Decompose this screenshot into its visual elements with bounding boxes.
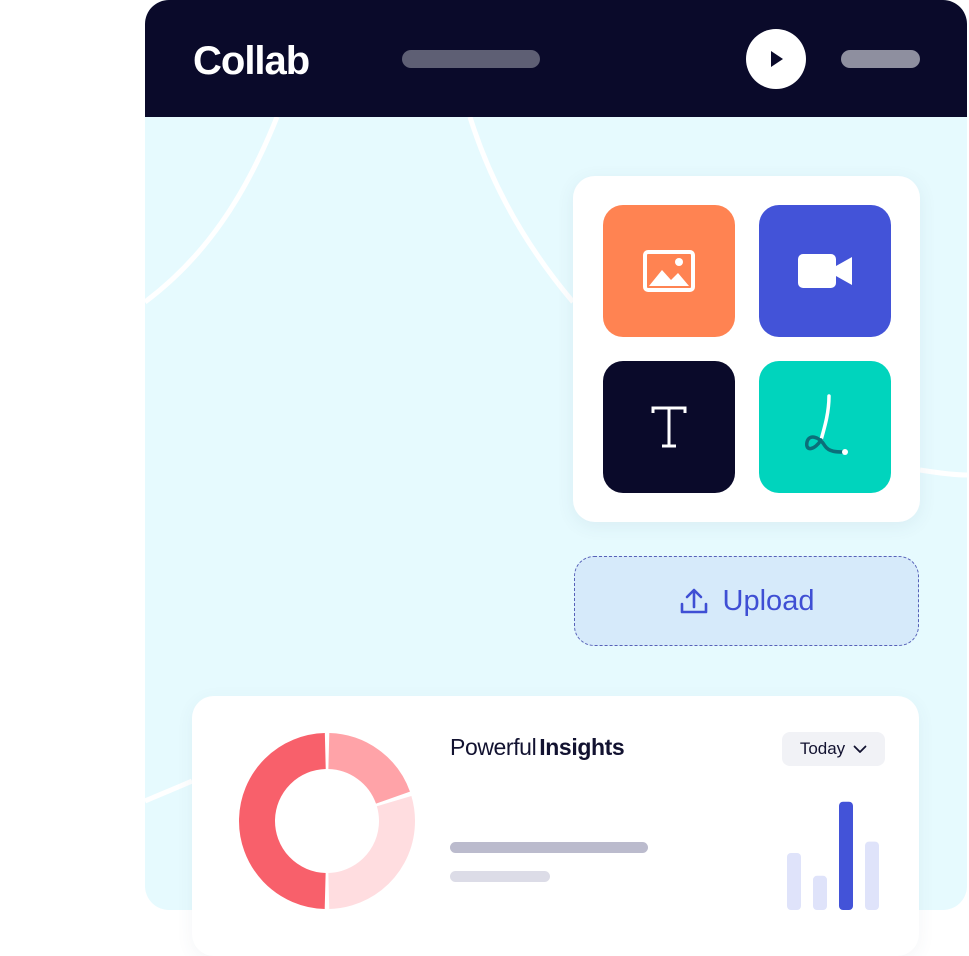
- top-bar: Collab: [145, 0, 967, 117]
- insights-title: Powerful Insights: [450, 734, 625, 761]
- image-icon: [643, 250, 695, 292]
- video-tool-button[interactable]: [759, 205, 891, 337]
- play-button[interactable]: [746, 29, 806, 89]
- period-label: Today: [799, 739, 846, 758]
- text-icon: [651, 406, 687, 448]
- signature-icon: [805, 394, 848, 455]
- bar: [865, 841, 879, 910]
- period-dropdown[interactable]: Today: [782, 732, 885, 766]
- text-placeholder-line: [450, 842, 648, 853]
- play-icon: [771, 51, 783, 67]
- account-placeholder: [841, 50, 920, 68]
- bar: [839, 801, 853, 910]
- insights-title-light: Powerful: [450, 734, 537, 760]
- bar: [813, 875, 827, 910]
- upload-label: Upload: [722, 584, 815, 617]
- donut-chart: [239, 733, 415, 909]
- draw-tool-button[interactable]: [759, 361, 891, 493]
- tool-panel: [573, 176, 920, 522]
- nav-placeholder: [402, 50, 540, 68]
- insights-title-bold: Insights: [539, 734, 625, 760]
- text-tool-button[interactable]: [603, 361, 735, 493]
- bar-chart: [787, 801, 879, 910]
- insights-card: Powerful Insights Today: [192, 696, 919, 956]
- bar: [787, 853, 801, 910]
- brand-logo: Collab: [193, 39, 310, 83]
- upload-dropzone[interactable]: Upload: [574, 556, 919, 646]
- video-camera-icon: [798, 254, 852, 288]
- chevron-down-icon: [853, 745, 867, 753]
- text-placeholder-line: [450, 871, 550, 882]
- image-tool-button[interactable]: [603, 205, 735, 337]
- upload-icon: [680, 588, 707, 614]
